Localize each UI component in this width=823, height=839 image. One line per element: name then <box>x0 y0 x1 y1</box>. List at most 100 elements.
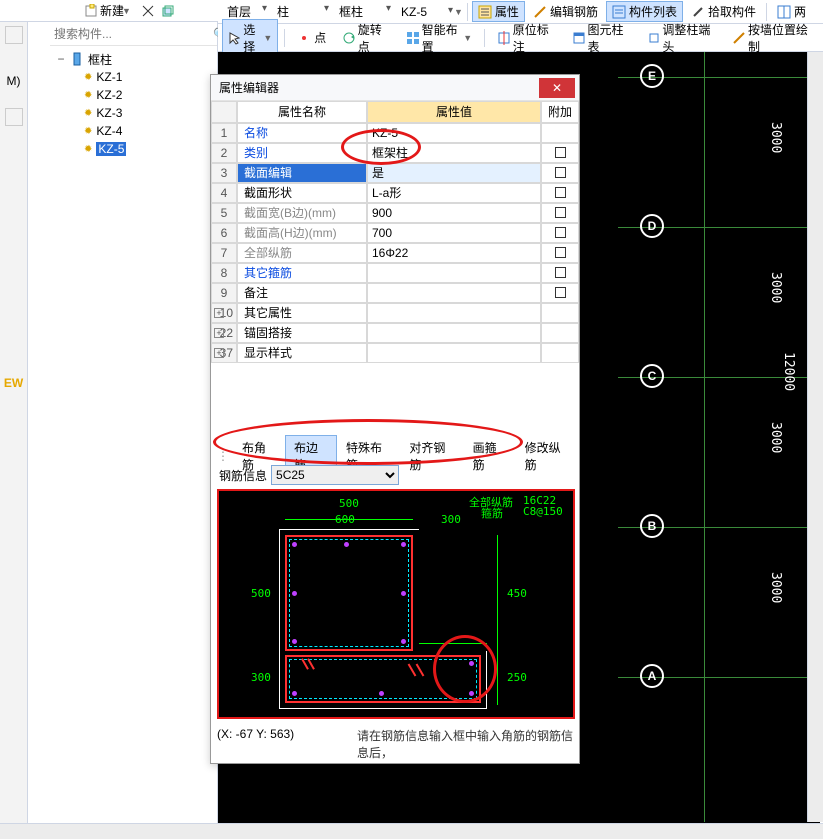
dimension-text: 3000 <box>768 572 783 603</box>
by-position-button[interactable]: 按墙位置绘制 <box>726 19 819 57</box>
tree-item[interactable]: ✹KZ-4 <box>84 122 217 140</box>
grid-icon <box>777 5 791 19</box>
property-row[interactable]: 1名称KZ-5 <box>211 123 579 143</box>
gutter-label: M) <box>0 74 27 88</box>
panel-titlebar[interactable]: 属性编辑器 ✕ <box>211 75 579 101</box>
adjust-icon <box>647 31 660 45</box>
grid-bubble: C <box>640 364 664 388</box>
property-row[interactable]: 9备注 <box>211 283 579 303</box>
search-row: 🔍 <box>50 22 217 46</box>
column-sheet-button[interactable]: 图元柱表 <box>566 19 637 57</box>
dim-label: 600 <box>335 513 355 526</box>
tool-icon[interactable] <box>5 26 23 44</box>
eyedropper-icon <box>691 5 705 19</box>
legend-value: C8@150 <box>523 505 563 518</box>
grid-bubble: A <box>640 664 664 688</box>
property-row[interactable]: 3截面编辑是 <box>211 163 579 183</box>
mark-icon <box>497 31 510 45</box>
rotate-icon <box>342 31 355 45</box>
dim-label: 500 <box>339 497 359 510</box>
dimension-text: 12000 <box>781 352 796 391</box>
property-row[interactable]: 10+其它属性 <box>211 303 579 323</box>
gutter-label-ew: EW <box>0 376 27 390</box>
tree: − 框柱 ✹KZ-1 ✹KZ-2 ✹KZ-3 ✹KZ-4 ✹KZ-5 <box>50 46 217 158</box>
grip-icon: ⋮ <box>217 449 229 463</box>
property-row[interactable]: 8其它箍筋 <box>211 263 579 283</box>
close-button[interactable]: ✕ <box>539 78 575 98</box>
dim-label: 450 <box>507 587 527 600</box>
property-row[interactable]: 7全部纵筋16Φ22 <box>211 243 579 263</box>
table-body: 1名称KZ-52类别框架柱3截面编辑是4截面形状L-a形5截面宽(B边)(mm)… <box>211 123 579 363</box>
rebar-tab[interactable]: 画箍筋 <box>464 435 516 477</box>
adjust-end-button[interactable]: 调整柱端头 <box>641 19 723 57</box>
cursor-icon <box>228 31 240 45</box>
grid-bubble: B <box>640 514 664 538</box>
properties-icon <box>478 5 492 19</box>
col-name: 属性名称 <box>237 101 367 123</box>
horizontal-scrollbar[interactable] <box>0 823 823 839</box>
property-row[interactable]: 37+显示样式 <box>211 343 579 363</box>
dim-label: 300 <box>441 513 461 526</box>
status-bar: (X: -67 Y: 563) 请在钢筋信息输入框中输入角筋的钢筋信息后， <box>217 727 575 761</box>
close-icon[interactable] <box>141 4 155 18</box>
table-header: 属性名称 属性值 附加 <box>211 101 579 123</box>
tree-item-selected[interactable]: ✹KZ-5 <box>84 140 217 158</box>
property-row[interactable]: 2类别框架柱 <box>211 143 579 163</box>
property-row[interactable]: 6截面高(H边)(mm)700 <box>211 223 579 243</box>
property-editor-panel: 属性编辑器 ✕ 属性名称 属性值 附加 1名称KZ-52类别框架柱3截面编辑是4… <box>210 74 580 764</box>
col-extra: 附加 <box>541 101 579 123</box>
property-row[interactable]: 22+锚固搭接 <box>211 323 579 343</box>
rebar-tab[interactable]: 对齐钢筋 <box>400 435 463 477</box>
origin-mark-button[interactable]: 原位标注 <box>491 19 562 57</box>
col-value: 属性值 <box>367 101 541 123</box>
left-tool-gutter: M) EW <box>0 0 28 839</box>
new-button-label: 新建 <box>100 2 124 19</box>
panel-title: 属性编辑器 <box>219 79 279 96</box>
sheet-icon <box>572 31 585 45</box>
dimension-text: 3000 <box>768 272 783 303</box>
dimension-text: 3000 <box>768 122 783 153</box>
point-icon <box>297 31 311 45</box>
component-tree-panel: 🔍 − 框柱 ✹KZ-1 ✹KZ-2 ✹KZ-3 ✹KZ-4 ✹KZ-5 <box>50 22 218 839</box>
legend-label: 箍筋 <box>481 505 503 521</box>
copy-icon[interactable] <box>161 4 175 18</box>
tree-root[interactable]: − 框柱 <box>56 50 217 68</box>
rebar-info-select[interactable]: 5C25 <box>271 465 399 485</box>
smart-arrange-button[interactable]: 智能布置 ▼ <box>400 19 478 57</box>
rebar-tab[interactable]: 修改纵筋 <box>516 435 579 477</box>
context-toolbar-2: 选择 ▼ 点 旋转点 智能布置 ▼ 原位标注 图元柱表 调整柱端头 按墙位置绘制 <box>218 24 823 52</box>
item-icon: ✹ <box>84 90 92 101</box>
category-dropdown[interactable]: 柱 <box>272 1 332 22</box>
tool-icon[interactable] <box>5 108 23 126</box>
rotate-point-button[interactable]: 旋转点 <box>336 19 396 57</box>
item-icon: ✹ <box>84 144 92 155</box>
tree-item[interactable]: ✹KZ-2 <box>84 86 217 104</box>
grid-icon <box>406 31 418 45</box>
item-icon: ✹ <box>84 72 92 83</box>
status-message: 请在钢筋信息输入框中输入角筋的钢筋信息后， <box>357 727 575 761</box>
property-row[interactable]: 4截面形状L-a形 <box>211 183 579 203</box>
pencil-icon <box>533 5 547 19</box>
select-button[interactable]: 选择 ▼ <box>222 19 278 57</box>
point-button[interactable]: 点 <box>291 27 332 48</box>
search-input[interactable] <box>50 25 213 43</box>
tree-item[interactable]: ✹KZ-1 <box>84 68 217 86</box>
dim-label: 500 <box>251 587 271 600</box>
item-icon: ✹ <box>84 108 92 119</box>
new-button[interactable]: 新建 ▼ <box>80 1 135 21</box>
grid-bubble: D <box>640 214 664 238</box>
grid-bubble: E <box>640 64 664 88</box>
section-diagram[interactable]: 500 600 300 450 250 500 300 全部纵筋 箍筋 16C2… <box>217 489 575 719</box>
dim-label: 250 <box>507 671 527 684</box>
column-icon <box>70 52 84 66</box>
property-row[interactable]: 5截面宽(B边)(mm)900 <box>211 203 579 223</box>
cursor-coord: (X: -67 Y: 563) <box>217 727 357 761</box>
tree-item[interactable]: ✹KZ-3 <box>84 104 217 122</box>
list-icon <box>612 5 626 19</box>
item-icon: ✹ <box>84 126 92 137</box>
dim-label: 300 <box>251 671 271 684</box>
vertical-scrollbar[interactable] <box>807 52 823 822</box>
tree-root-label: 框柱 <box>88 51 112 68</box>
wall-icon <box>732 31 745 45</box>
rebar-info-label: 钢筋信息 <box>219 467 267 484</box>
